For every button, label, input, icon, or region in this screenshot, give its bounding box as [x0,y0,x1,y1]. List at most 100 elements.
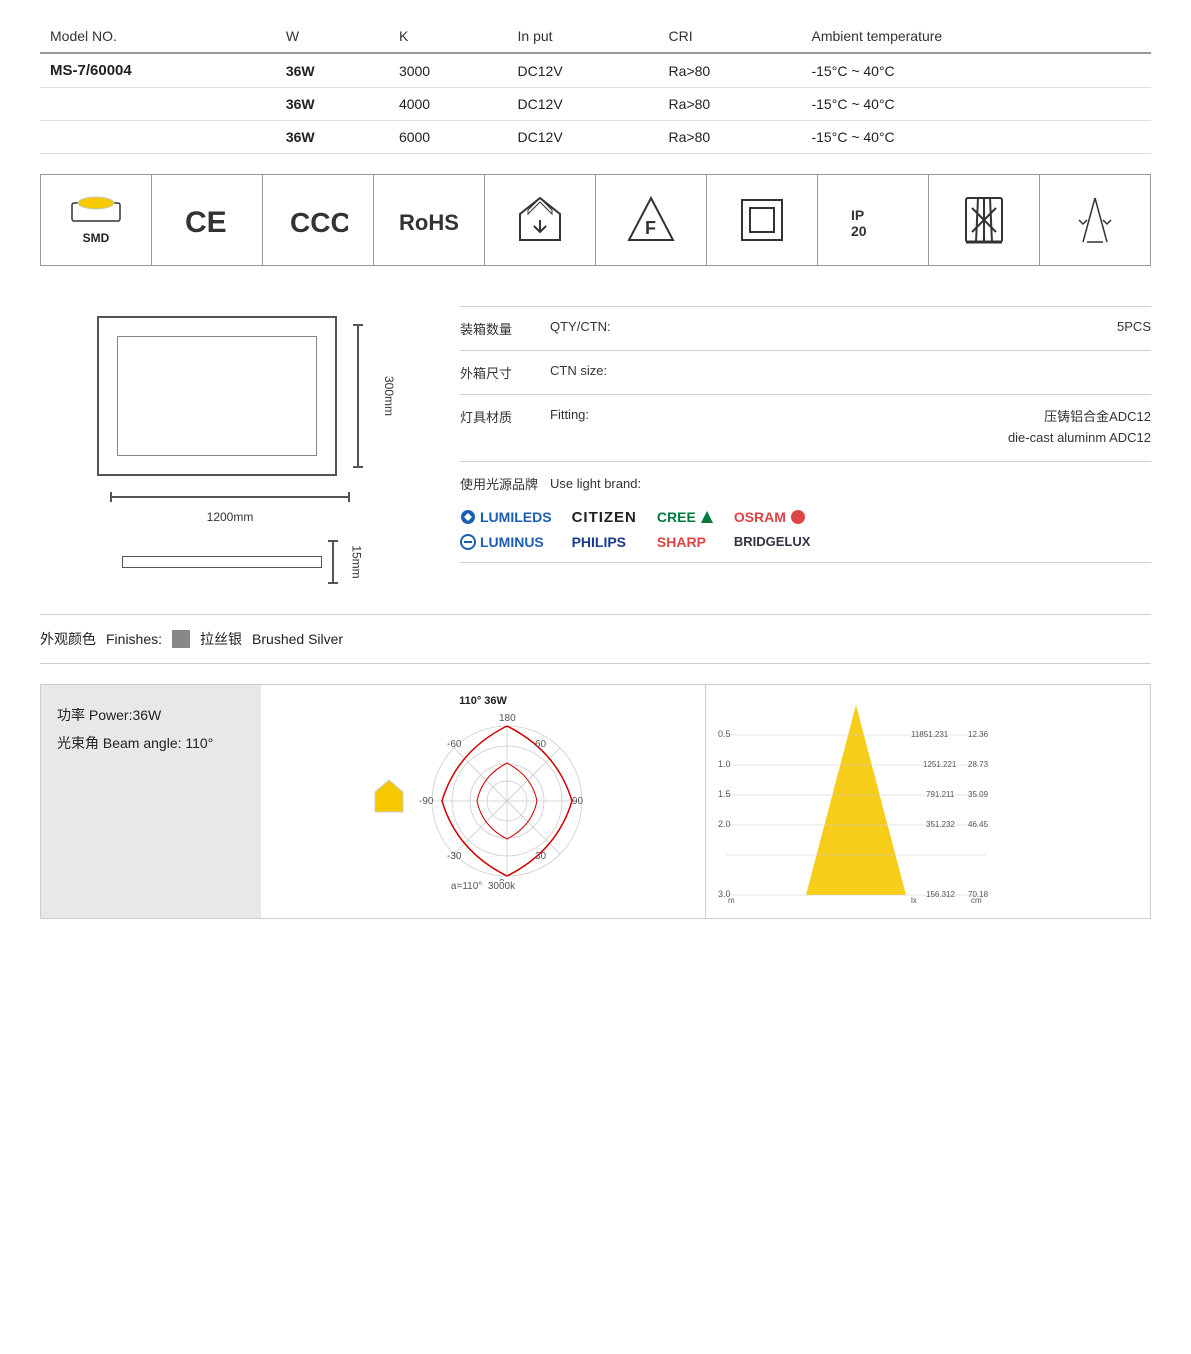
spec-info: 装箱数量 QTY/CTN: 5PCS 外箱尺寸 CTN size: 灯具材质 F… [460,296,1151,563]
fitting-cn: 灯具材质 [460,407,540,426]
finishes-swatch [172,630,190,648]
brand-cree: CREE [657,509,714,525]
svg-text:2.0: 2.0 [718,819,731,829]
polar-sub: a=110° 3000k [451,881,515,892]
specs-table: Model NO. W K In put CRI Ambient tempera… [40,20,1151,154]
svg-text:180: 180 [499,713,516,724]
cert-row: SMD CE CCC RoHS F [40,174,1151,266]
fitting-en: Fitting: [550,407,650,422]
brand-cn: 使用光源品牌 [460,474,540,493]
svg-text:12.36: 12.36 [968,730,989,739]
brand-osram: OSRAM [734,509,811,525]
dim-1200-label: 1200mm [207,510,254,524]
brand-en: Use light brand: [550,476,650,491]
dim-15-label: 15mm [350,545,364,578]
svg-text:-90: -90 [419,796,434,807]
qty-value: 5PCS [660,319,1151,334]
brand-philips: PHILIPS [572,534,637,550]
cone-chart: 0.5 1.0 1.5 2.0 3.0 11851.231 1251.221 7… [706,685,1150,918]
table-cell: DC12V [508,53,659,88]
brand-lumileds: LUMILEDS [460,509,552,525]
svg-text:CE: CE [185,206,227,239]
polar-chart: 110° 36W [261,685,706,918]
qty-row: 装箱数量 QTY/CTN: 5PCS [460,306,1151,351]
svg-text:351.232: 351.232 [926,820,955,829]
dim-300-label: 300mm [382,376,396,416]
cone-diagram: 0.5 1.0 1.5 2.0 3.0 11851.231 1251.221 7… [716,695,996,905]
cert-ip20: IP 20 [818,175,929,265]
finishes-color-en: Brushed Silver [252,631,343,647]
table-cell: -15°C ~ 40°C [801,121,1151,154]
ctn-en: CTN size: [550,363,650,378]
table-cell: 4000 [389,88,508,121]
table-cell: 3000 [389,53,508,88]
cert-weee [929,175,1040,265]
svg-text:-30: -30 [447,851,462,862]
finishes-cn: 外观颜色 [40,629,96,649]
svg-text:IP: IP [851,207,864,223]
table-cell: 6000 [389,121,508,154]
svg-text:35.09: 35.09 [968,790,989,799]
table-cell: DC12V [508,121,659,154]
svg-text:F: F [645,218,656,238]
svg-text:1.5: 1.5 [718,789,731,799]
brand-luminus: LUMINUS [460,534,552,550]
svg-text:-60: -60 [447,739,462,750]
svg-text:lx: lx [911,896,917,905]
qty-en: QTY/CTN: [550,319,650,334]
table-cell [40,88,276,121]
finishes-en: Finishes: [106,631,162,647]
cert-flame: F [596,175,707,265]
col-model: Model NO. [40,20,276,53]
table-cell: DC12V [508,88,659,121]
table-cell: -15°C ~ 40°C [801,53,1151,88]
svg-text:791.211: 791.211 [926,790,955,799]
svg-text:1251.221: 1251.221 [923,760,957,769]
dim-drawing: 300mm 1200mm 15mm [40,296,420,584]
table-cell: MS-7/60004 [40,53,276,88]
cert-rohs: RoHS [374,175,485,265]
brands-grid: LUMILEDS CITIZEN CREE OSRAM LUMINUS [460,509,810,550]
svg-text:1.0: 1.0 [718,759,731,769]
svg-text:m: m [728,896,735,905]
cert-squarebox [707,175,818,265]
light-shape-icon [369,776,409,816]
svg-text:cm: cm [971,896,982,905]
table-cell: Ra>80 [659,88,802,121]
fitting-value: 压铸铝合金ADC12 die-cast aluminm ADC12 [660,407,1151,449]
svg-text:60: 60 [535,739,547,750]
polar-diagram: 180 90 0 -90 60 -60 30 -30 [417,711,597,881]
finishes-row: 外观颜色 Finishes: 拉丝银 Brushed Silver [40,614,1151,664]
cert-ccc: CCC [263,175,374,265]
finishes-color-cn: 拉丝银 [200,629,242,649]
power-info: 功率 Power:36W 光束角 Beam angle: 110° [41,685,261,918]
svg-text:90: 90 [572,796,584,807]
inner-box [117,336,317,456]
power-cn-label: 功率 Power:36W [57,705,245,725]
svg-text:30: 30 [535,851,547,862]
main-box [97,316,337,476]
col-temp: Ambient temperature [801,20,1151,53]
cert-smd: SMD [41,175,152,265]
angle-cn-label: 光束角 Beam angle: 110° [57,733,245,753]
svg-text:46.45: 46.45 [968,820,989,829]
cert-recycle [485,175,596,265]
brand-bridgelux: BRIDGELUX [734,534,811,549]
cert-ce: CE [152,175,263,265]
svg-text:CCC: CCC [290,207,348,238]
col-input: In put [508,20,659,53]
svg-text:20: 20 [851,223,867,239]
table-cell: 36W [276,121,389,154]
ctn-cn: 外箱尺寸 [460,363,540,382]
brand-row: 使用光源品牌 Use light brand: LUMILEDS CITIZEN… [460,462,1151,563]
svg-text:0.5: 0.5 [718,729,731,739]
col-w: W [276,20,389,53]
svg-text:11851.231: 11851.231 [911,730,949,739]
bottom-section: 功率 Power:36W 光束角 Beam angle: 110° 110° 3… [40,684,1151,919]
col-k: K [389,20,508,53]
svg-text:RoHS: RoHS [399,210,459,235]
table-cell: 36W [276,53,389,88]
table-cell: Ra>80 [659,121,802,154]
dim-spec-section: 300mm 1200mm 15mm [40,296,1151,584]
cert-smd-label: SMD [83,231,110,245]
